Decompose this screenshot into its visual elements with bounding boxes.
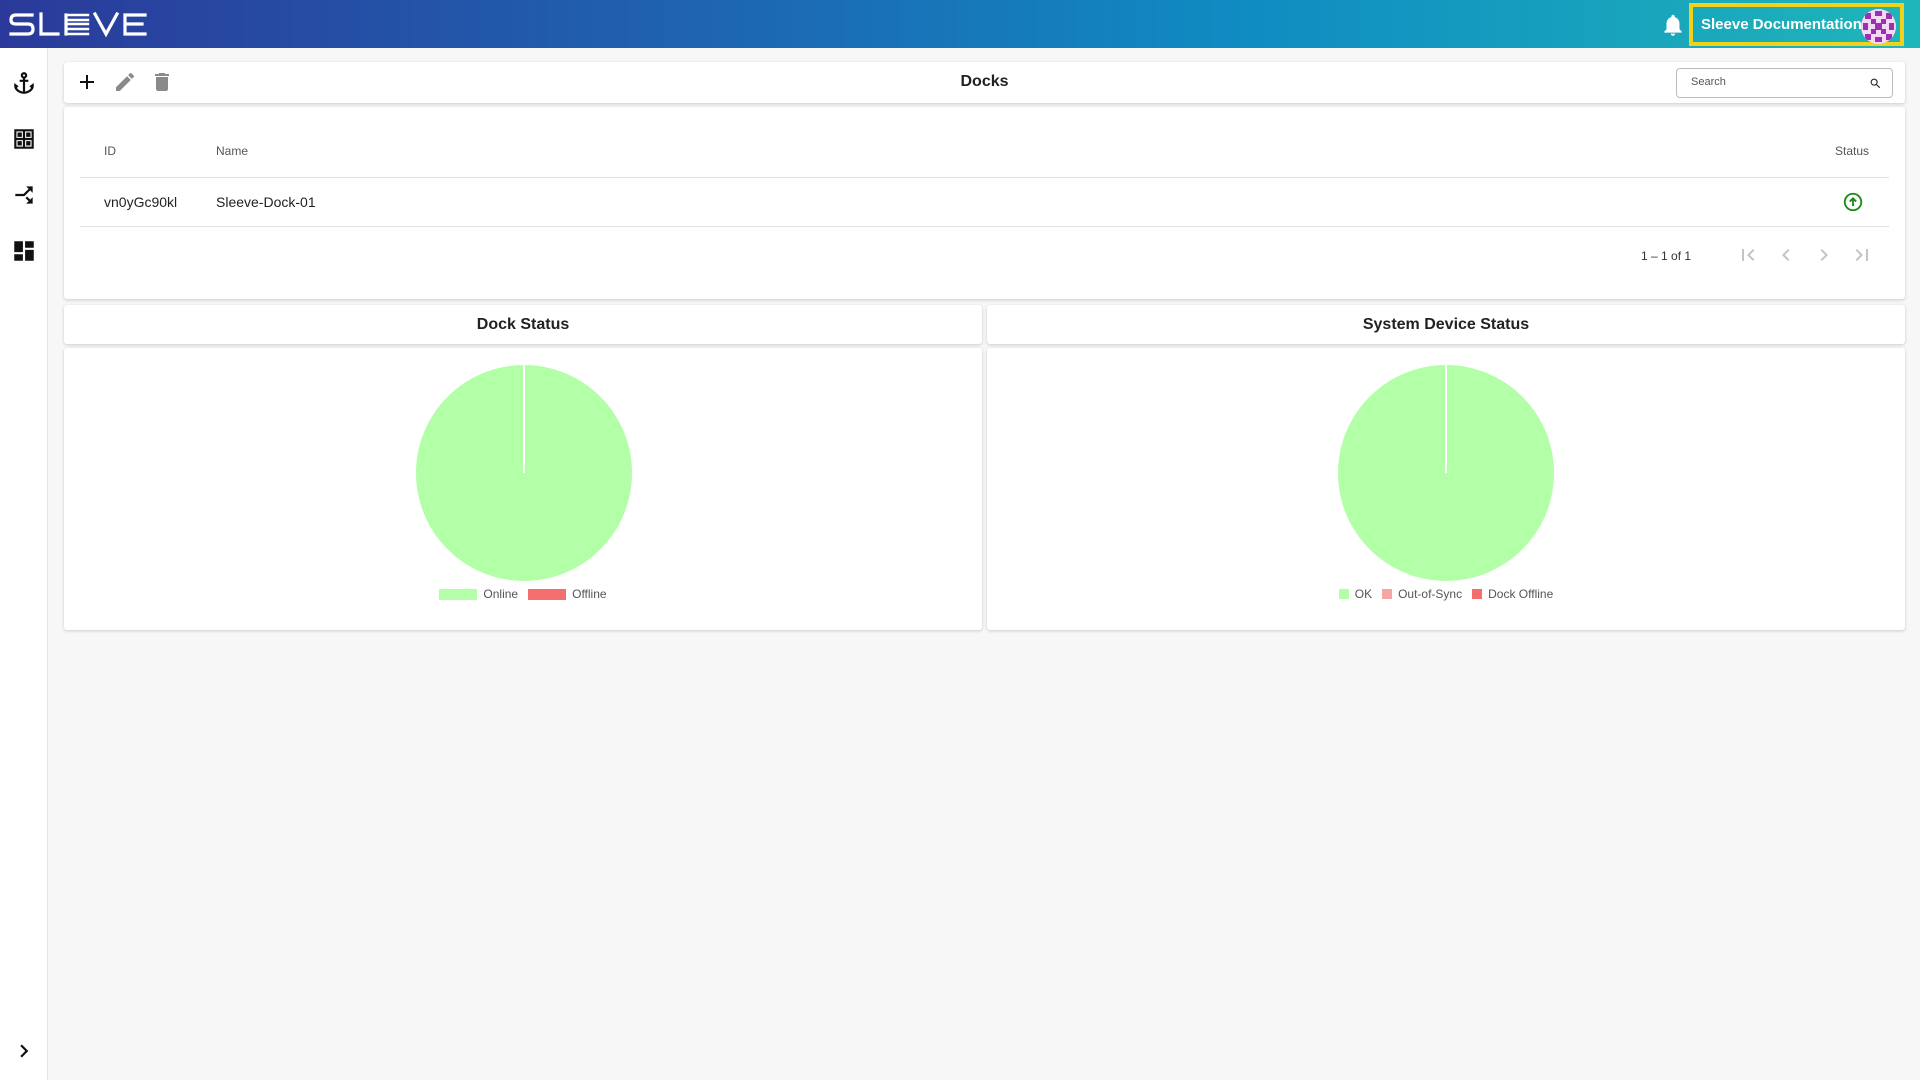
system-device-status-title: System Device Status: [1362, 316, 1530, 333]
edit-icon[interactable]: [113, 70, 137, 94]
legend-item-online[interactable]: Online: [439, 587, 518, 601]
system-device-status-legend: OK Out-of-Sync Dock Offline: [987, 587, 1905, 601]
avatar[interactable]: [1861, 9, 1896, 44]
user-menu[interactable]: Sleeve Documentation: [1689, 3, 1904, 46]
legend-swatch: [528, 588, 567, 600]
legend-label: Dock Offline: [1488, 587, 1554, 601]
legend-swatch: [1338, 589, 1349, 599]
device-hub-icon[interactable]: [11, 182, 37, 208]
dashboard-icon[interactable]: [11, 238, 37, 264]
search-input[interactable]: [1691, 76, 1861, 88]
column-header-id[interactable]: ID: [104, 144, 116, 158]
row-divider: [80, 226, 1889, 227]
cell-id: vn0yGc90kl: [104, 194, 178, 210]
add-icon[interactable]: [75, 70, 99, 94]
legend-label: Offline: [572, 587, 607, 601]
legend-item-offline[interactable]: Offline: [528, 587, 607, 601]
sleeve-logo[interactable]: [8, 9, 170, 39]
legend-swatch: [439, 588, 478, 600]
dock-status-header: Dock Status: [64, 305, 982, 344]
legend-item-dock-offline[interactable]: Dock Offline: [1472, 587, 1553, 601]
search-icon[interactable]: [1869, 77, 1882, 90]
docks-table: ID Name Status vn0yGc90kl Sleeve-Dock-01…: [64, 107, 1905, 299]
dock-status-legend: Online Offline: [64, 587, 982, 601]
legend-label: Out-of-Sync: [1398, 587, 1463, 601]
previous-page-icon[interactable]: [1774, 243, 1798, 267]
system-device-status-header: System Device Status: [987, 305, 1905, 344]
dock-status-chart: Online Offline: [64, 348, 982, 630]
dock-status-pie: [416, 365, 632, 581]
legend-swatch: [1472, 589, 1483, 599]
top-app-bar: Sleeve Documentation: [0, 0, 1920, 48]
user-name: Sleeve Documentation: [1701, 16, 1862, 33]
docks-toolbar: Docks: [64, 62, 1905, 103]
page-title: Docks: [960, 73, 1009, 90]
header-divider: [80, 177, 1889, 178]
notifications-bell-icon[interactable]: [1660, 12, 1686, 38]
chevron-right-icon[interactable]: [11, 1038, 37, 1064]
legend-item-out-of-sync[interactable]: Out-of-Sync: [1382, 587, 1462, 601]
cell-name: Sleeve-Dock-01: [216, 194, 316, 210]
column-header-name[interactable]: Name: [216, 144, 248, 158]
table-view-icon[interactable]: [11, 126, 37, 152]
system-device-status-chart: OK Out-of-Sync Dock Offline: [987, 348, 1905, 630]
first-page-icon[interactable]: [1736, 243, 1760, 267]
side-nav: [0, 48, 48, 1080]
legend-label: OK: [1354, 587, 1373, 601]
system-device-status-pie: [1338, 365, 1554, 581]
next-page-icon[interactable]: [1812, 243, 1836, 267]
delete-icon[interactable]: [150, 70, 174, 94]
column-header-status[interactable]: Status: [1835, 144, 1869, 158]
legend-item-ok[interactable]: OK: [1338, 587, 1373, 601]
last-page-icon[interactable]: [1850, 243, 1874, 267]
search-box[interactable]: [1676, 68, 1893, 98]
legend-swatch: [1382, 589, 1393, 599]
anchor-icon[interactable]: [11, 70, 37, 96]
status-online-icon: [1843, 192, 1863, 212]
legend-label: Online: [483, 587, 519, 601]
dock-status-title: Dock Status: [476, 316, 570, 333]
pagination-range: 1 – 1 of 1: [1641, 249, 1692, 263]
